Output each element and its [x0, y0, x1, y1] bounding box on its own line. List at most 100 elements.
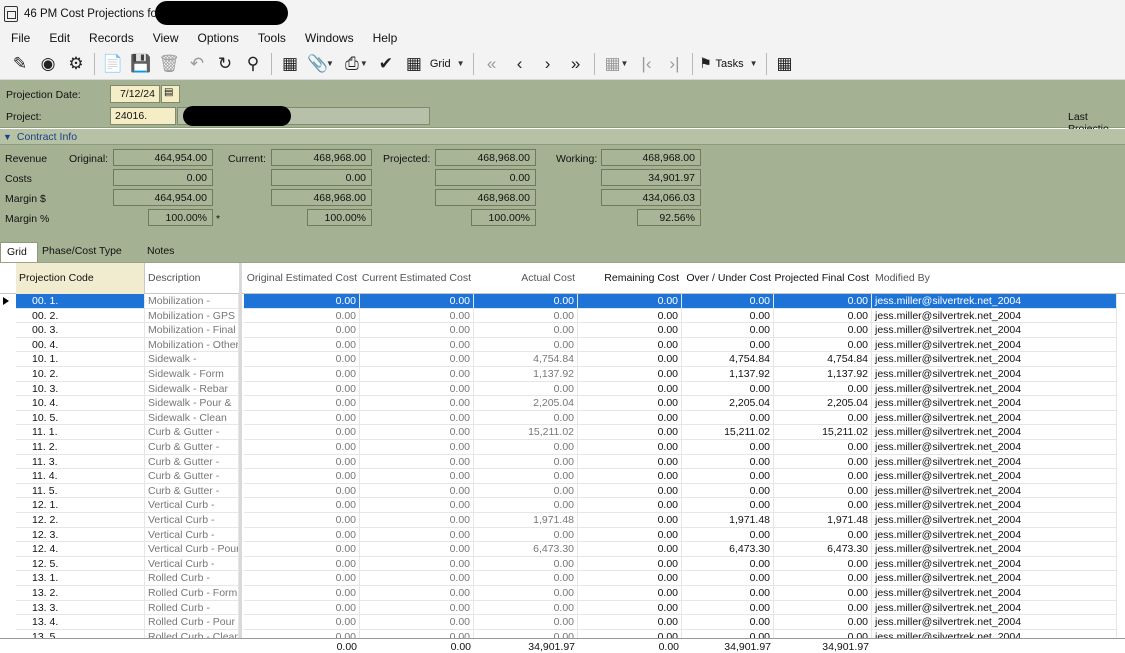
cell-over-under-cost[interactable]: 0.00	[682, 615, 774, 630]
cell-original-estimated-cost[interactable]: 0.00	[244, 483, 360, 499]
cell-projection-code[interactable]: 00. 4.	[16, 337, 145, 353]
cell-projected-final-cost[interactable]: 0.00	[774, 308, 872, 324]
cell-modified-by[interactable]: jess.miller@silvertrek.net_2004	[872, 396, 1117, 411]
cell-current-estimated-cost[interactable]: 0.00	[360, 483, 474, 499]
cell-actual-cost[interactable]: 15,211.02	[474, 425, 578, 440]
cell-projected-final-cost[interactable]: 0.00	[774, 323, 872, 338]
cell-modified-by[interactable]: jess.miller@silvertrek.net_2004	[872, 513, 1117, 528]
table-row[interactable]: 00. 3. Mobilization - Final 0.00 0.00 0.00 0.…	[0, 323, 1125, 338]
cell-description[interactable]: Rolled Curb - Form	[145, 586, 239, 601]
cell-over-under-cost[interactable]: 0.00	[682, 308, 774, 324]
cell-projection-code[interactable]: 13. 2.	[16, 586, 145, 601]
last-icon[interactable]: ›|	[660, 51, 688, 77]
cell-actual-cost[interactable]: 0.00	[474, 615, 578, 630]
cell-original-estimated-cost[interactable]: 0.00	[244, 527, 360, 543]
cell-over-under-cost[interactable]: 1,137.92	[682, 367, 774, 382]
menu-edit[interactable]: Edit	[38, 31, 78, 45]
column-splitter[interactable]	[239, 263, 242, 653]
cell-description[interactable]: Mobilization - GPS	[145, 308, 239, 324]
cell-description[interactable]: Curb & Gutter -	[145, 483, 239, 499]
cell-projected-final-cost[interactable]: 0.00	[774, 294, 872, 309]
cell-description[interactable]: Mobilization - Final	[145, 323, 239, 338]
cell-projected-final-cost[interactable]: 0.00	[774, 498, 872, 513]
cell-original-estimated-cost[interactable]: 0.00	[244, 454, 360, 470]
table-row[interactable]: 11. 2. Curb & Gutter -0.00 0.00 0.00 0.00 0.0…	[0, 440, 1125, 455]
calendar-icon[interactable]: ▤	[161, 85, 180, 103]
cell-original-estimated-cost[interactable]: 0.00	[244, 367, 360, 382]
table-row[interactable]: 12. 2. Vertical Curb -0.00 0.00 1,971.48 0.0…	[0, 513, 1125, 528]
cell-modified-by[interactable]: jess.miller@silvertrek.net_2004	[872, 498, 1117, 513]
table-row[interactable]: 00. 2. Mobilization - GPS 0.00 0.00 0.00 0.00…	[0, 308, 1125, 324]
cell-projected-final-cost[interactable]: 6,473.30	[774, 542, 872, 557]
cell-original-estimated-cost[interactable]: 0.00	[244, 294, 360, 309]
cell-over-under-cost[interactable]: 0.00	[682, 571, 774, 586]
search-icon[interactable]: ⚲	[239, 51, 267, 77]
cell-current-estimated-cost[interactable]: 0.00	[360, 352, 474, 367]
cell-over-under-cost[interactable]: 0.00	[682, 337, 774, 353]
cell-description[interactable]: Sidewalk -	[145, 352, 239, 367]
cell-projection-code[interactable]: 10. 2.	[16, 367, 145, 382]
cell-actual-cost[interactable]: 1,971.48	[474, 513, 578, 528]
table-row[interactable]: 13. 4. Rolled Curb - Pour 0.00 0.00 0.00 0.00…	[0, 615, 1125, 630]
cell-original-estimated-cost[interactable]: 0.00	[244, 308, 360, 324]
table-row[interactable]: 10. 3. Sidewalk - Rebar 0.00 0.00 0.00 0.00 0.…	[0, 381, 1125, 397]
cell-modified-by[interactable]: jess.miller@silvertrek.net_2004	[872, 469, 1117, 484]
cell-projection-code[interactable]: 10. 5.	[16, 410, 145, 426]
cell-current-estimated-cost[interactable]: 0.00	[360, 381, 474, 397]
cell-actual-cost[interactable]: 0.00	[474, 527, 578, 543]
cell-remaining-cost[interactable]: 0.00	[578, 381, 682, 397]
cell-actual-cost[interactable]: 0.00	[474, 498, 578, 513]
cell-modified-by[interactable]: jess.miller@silvertrek.net_2004	[872, 483, 1117, 499]
print-dropdown-icon[interactable]: ▼	[360, 59, 368, 68]
cell-remaining-cost[interactable]: 0.00	[578, 308, 682, 324]
contract-info-toggle[interactable]: ▼ Contract Info	[0, 129, 1125, 145]
attach-dropdown-icon[interactable]: ▼	[326, 59, 334, 68]
cell-over-under-cost[interactable]: 0.00	[682, 469, 774, 484]
cell-description[interactable]: Rolled Curb - Pour	[145, 615, 239, 630]
cell-projected-final-cost[interactable]: 15,211.02	[774, 425, 872, 440]
cell-current-estimated-cost[interactable]: 0.00	[360, 615, 474, 630]
cell-description[interactable]: Vertical Curb -	[145, 498, 239, 513]
cell-actual-cost[interactable]: 4,754.84	[474, 352, 578, 367]
cell-modified-by[interactable]: jess.miller@silvertrek.net_2004	[872, 586, 1117, 601]
cell-original-estimated-cost[interactable]: 0.00	[244, 352, 360, 367]
cell-description[interactable]: Curb & Gutter -	[145, 454, 239, 470]
cell-remaining-cost[interactable]: 0.00	[578, 542, 682, 557]
cell-projected-final-cost[interactable]: 0.00	[774, 527, 872, 543]
cell-over-under-cost[interactable]: 2,205.04	[682, 396, 774, 411]
cell-projection-code[interactable]: 10. 1.	[16, 352, 145, 367]
table-row[interactable]: 11. 5. Curb & Gutter -0.00 0.00 0.00 0.00 0.0…	[0, 483, 1125, 499]
tasks-dropdown-icon[interactable]: ▼	[750, 59, 758, 68]
table-row[interactable]: 00. 4. Mobilization - Other 0.00 0.00 0.00 0.…	[0, 337, 1125, 353]
table-row[interactable]: 12. 3. Vertical Curb -0.00 0.00 0.00 0.00 0.0…	[0, 527, 1125, 543]
cell-projected-final-cost[interactable]: 0.00	[774, 615, 872, 630]
cell-actual-cost[interactable]: 0.00	[474, 571, 578, 586]
table-row[interactable]: 12. 5. Vertical Curb -0.00 0.00 0.00 0.00 0.0…	[0, 556, 1125, 572]
table-row[interactable]: 11. 4. Curb & Gutter -0.00 0.00 0.00 0.00 0.0…	[0, 469, 1125, 484]
cell-remaining-cost[interactable]: 0.00	[578, 498, 682, 513]
cell-remaining-cost[interactable]: 0.00	[578, 586, 682, 601]
cell-projection-code[interactable]: 11. 4.	[16, 469, 145, 484]
table-row[interactable]: 12. 4. Vertical Curb - Pour 0.00 0.00 6,473.…	[0, 542, 1125, 557]
tab-grid[interactable]: Grid	[0, 242, 38, 262]
cell-modified-by[interactable]: jess.miller@silvertrek.net_2004	[872, 381, 1117, 397]
cell-remaining-cost[interactable]: 0.00	[578, 440, 682, 455]
cell-description[interactable]: Sidewalk - Rebar	[145, 381, 239, 397]
cell-current-estimated-cost[interactable]: 0.00	[360, 440, 474, 455]
cell-over-under-cost[interactable]: 15,211.02	[682, 425, 774, 440]
cell-current-estimated-cost[interactable]: 0.00	[360, 513, 474, 528]
cell-remaining-cost[interactable]: 0.00	[578, 615, 682, 630]
cell-description[interactable]: Vertical Curb -	[145, 513, 239, 528]
cell-over-under-cost[interactable]: 1,971.48	[682, 513, 774, 528]
cell-remaining-cost[interactable]: 0.00	[578, 600, 682, 616]
cell-projection-code[interactable]: 13. 1.	[16, 571, 145, 586]
cell-description[interactable]: Mobilization - Other	[145, 337, 239, 353]
cell-remaining-cost[interactable]: 0.00	[578, 396, 682, 411]
cell-original-estimated-cost[interactable]: 0.00	[244, 381, 360, 397]
cell-current-estimated-cost[interactable]: 0.00	[360, 425, 474, 440]
menu-records[interactable]: Records	[78, 31, 142, 45]
column-header-description[interactable]: Description	[145, 263, 239, 294]
table-row[interactable]: 12. 1. Vertical Curb -0.00 0.00 0.00 0.00 0.0…	[0, 498, 1125, 513]
cell-over-under-cost[interactable]: 0.00	[682, 323, 774, 338]
cell-remaining-cost[interactable]: 0.00	[578, 483, 682, 499]
